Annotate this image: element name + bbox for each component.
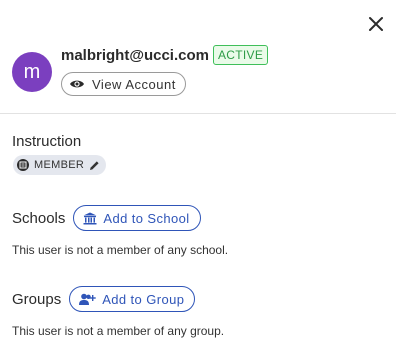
instruction-title: Instruction <box>12 133 82 150</box>
school-building-icon <box>83 212 97 224</box>
view-account-button[interactable]: View Account <box>61 72 186 96</box>
schools-title: Schools <box>12 209 66 227</box>
schools-row: Schools Add to School <box>12 205 201 231</box>
eye-icon <box>70 80 84 88</box>
role-label: MEMBER <box>34 159 85 171</box>
pencil-icon[interactable] <box>89 160 100 171</box>
groups-title: Groups <box>12 290 62 308</box>
user-info: malbright@ucci.com ACTIVE View Account <box>61 44 269 96</box>
user-header: m malbright@ucci.com ACTIVE View Account <box>12 44 269 96</box>
add-to-school-button[interactable]: Add to School <box>73 205 201 231</box>
close-button[interactable] <box>366 14 386 34</box>
add-to-group-button[interactable]: Add to Group <box>69 286 196 312</box>
status-badge: ACTIVE <box>213 45 269 65</box>
close-icon <box>369 17 383 31</box>
role-chip[interactable]: MEMBER <box>13 155 107 175</box>
avatar: m <box>12 52 52 92</box>
divider <box>0 113 396 114</box>
add-to-group-label: Add to Group <box>102 291 185 307</box>
add-to-school-label: Add to School <box>103 210 190 226</box>
role-icon <box>17 159 29 171</box>
email-row: malbright@ucci.com ACTIVE <box>61 44 269 66</box>
add-group-icon <box>79 293 96 305</box>
groups-row: Groups Add to Group <box>12 286 196 312</box>
user-details-panel: m malbright@ucci.com ACTIVE View Account… <box>0 0 396 355</box>
view-account-label: View Account <box>92 76 176 92</box>
schools-empty-text: This user is not a member of any school. <box>12 243 229 257</box>
groups-empty-text: This user is not a member of any group. <box>12 324 225 338</box>
avatar-initial: m <box>23 60 41 83</box>
user-email: malbright@ucci.com <box>61 46 209 64</box>
